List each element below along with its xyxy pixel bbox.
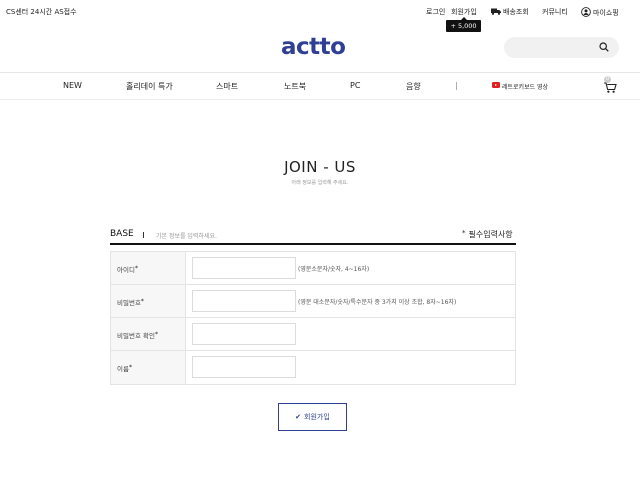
section-label: BASE xyxy=(110,229,134,239)
nav-item-smart[interactable]: 스마트 xyxy=(216,81,238,92)
form-row-name: 이름* xyxy=(111,351,515,384)
required-mark: * xyxy=(462,229,466,237)
nav-item-notebook[interactable]: 노트북 xyxy=(284,81,306,92)
id-input[interactable] xyxy=(192,257,296,279)
top-bar: CS센터 24시간 AS접수 로그인 회원가입 배송조회 커뮤니티 마이쇼핑 xyxy=(0,0,640,22)
delivery-link[interactable]: 배송조회 xyxy=(491,7,529,17)
field-label-password-confirm: 비밀번호 확인* xyxy=(111,318,186,350)
truck-icon xyxy=(491,8,501,15)
required-mark: * xyxy=(154,331,158,338)
top-links: 로그인 회원가입 배송조회 커뮤니티 마이쇼핑 xyxy=(0,7,640,19)
search-icon[interactable] xyxy=(599,42,609,52)
join-submit-label: 회원가입 xyxy=(304,413,330,421)
field-label-text: 이름 xyxy=(117,365,129,373)
required-note-text: 필수입력사항 xyxy=(468,230,513,239)
myshop-label: 마이쇼핑 xyxy=(593,9,619,17)
required-note: * 필수입력사항 xyxy=(462,229,513,240)
search-box[interactable] xyxy=(504,37,619,58)
section-desc: 기본 정보를 입력하세요. xyxy=(156,233,217,240)
section-divider xyxy=(143,232,144,238)
id-hint: (영문소문자/숫자, 4~16자) xyxy=(298,266,370,273)
community-link[interactable]: 커뮤니티 xyxy=(542,7,568,17)
youtube-icon[interactable] xyxy=(492,82,500,88)
required-mark: * xyxy=(134,265,138,272)
myshop-link[interactable]: 마이쇼핑 xyxy=(581,7,619,18)
nav-bottom-divider xyxy=(0,99,640,100)
required-mark: * xyxy=(128,364,132,371)
user-icon xyxy=(581,7,591,17)
join-link[interactable]: 회원가입 xyxy=(451,7,477,17)
nav-item-holiday[interactable]: 홀리데이 특가 xyxy=(126,81,173,92)
points-tooltip: + 5,000 xyxy=(446,17,481,32)
delivery-label: 배송조회 xyxy=(503,8,529,16)
password-input[interactable] xyxy=(192,290,296,312)
password-hint: (영문 대소문자/숫자/특수문자 중 3가지 이상 조합, 8자~16자) xyxy=(298,299,457,306)
form-row-password-confirm: 비밀번호 확인* xyxy=(111,318,515,351)
nav-item-new[interactable]: NEW xyxy=(63,81,82,90)
page-title: JOIN - US xyxy=(284,158,356,176)
nav-top-divider xyxy=(0,72,640,73)
nav-separator: | xyxy=(455,81,458,90)
field-label-id: 아이디* xyxy=(111,252,186,284)
section-underline xyxy=(110,243,516,245)
field-label-text: 아이디 xyxy=(117,266,135,274)
form-row-password: 비밀번호* (영문 대소문자/숫자/특수문자 중 3가지 이상 조합, 8자~1… xyxy=(111,285,515,318)
join-submit-button[interactable]: ✔ 회원가입 xyxy=(278,403,347,431)
cart-count-badge: 0 xyxy=(604,76,611,83)
nav-item-pc[interactable]: PC xyxy=(350,81,360,90)
field-label-text: 비밀번호 확인 xyxy=(117,332,155,340)
field-label-password: 비밀번호* xyxy=(111,285,186,317)
join-form: 아이디* (영문소문자/숫자, 4~16자) 비밀번호* (영문 대소문자/숫자… xyxy=(110,251,516,385)
check-icon: ✔ xyxy=(295,413,302,421)
page-subtitle: 아래 정보를 입력해 주세요. xyxy=(291,180,349,186)
form-row-id: 아이디* (영문소문자/숫자, 4~16자) xyxy=(111,252,515,285)
password-confirm-input[interactable] xyxy=(192,323,296,345)
nav-item-audio[interactable]: 음향 xyxy=(406,81,421,92)
login-link[interactable]: 로그인 xyxy=(426,7,445,17)
youtube-link[interactable]: 레트로키보드 영상 xyxy=(502,82,548,91)
field-label-text: 비밀번호 xyxy=(117,299,141,307)
name-input[interactable] xyxy=(192,356,296,378)
field-label-name: 이름* xyxy=(111,351,186,384)
site-logo[interactable]: actto xyxy=(281,34,346,60)
required-mark: * xyxy=(140,298,144,305)
